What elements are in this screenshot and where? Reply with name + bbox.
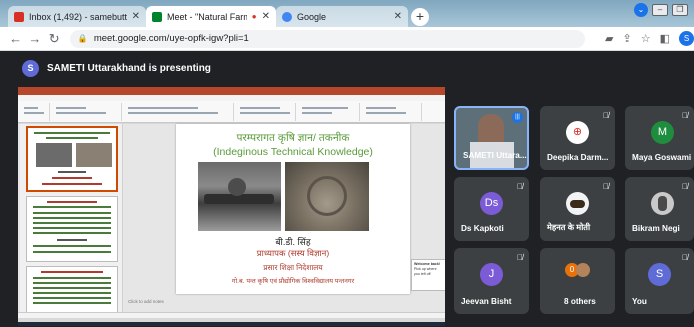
speaking-icon: ||| [512, 112, 523, 123]
back-icon[interactable]: ← [6, 31, 25, 46]
mic-off-icon: 🎙̸ [682, 253, 688, 262]
powerpoint-workspace: परम्परागत कृषि ज्ञान/ तकनीक (Indeginous … [18, 124, 445, 318]
ribbon-group [236, 103, 296, 121]
participant-avatar [566, 192, 589, 215]
tab-google[interactable]: Google ✕ [276, 6, 408, 27]
minimize-button[interactable]: – [652, 4, 668, 16]
participant-avatar: J [480, 263, 503, 286]
side-panel-icon[interactable]: ◧ [660, 32, 670, 45]
address-bar[interactable]: 🔒 meet.google.com/uye-opfk-igw?pli=1 [69, 29, 586, 48]
shared-screen: परम्परागत कृषि ज्ञान/ तकनीक (Indeginous … [18, 87, 445, 326]
screen: Inbox (1,492) - samebuttarakha ✕ Meet - … [0, 0, 694, 327]
presenter-department: प्रसार शिक्षा निदेशालय [263, 263, 323, 272]
participant-avatar [576, 263, 590, 277]
participant-tile[interactable]: 🎙̸ मेहनत के मोती [540, 177, 615, 241]
participant-avatar: S [648, 263, 671, 286]
participant-avatar: Ds [480, 192, 503, 215]
tab-gmail[interactable]: Inbox (1,492) - samebuttarakha ✕ [8, 6, 146, 27]
slide-thumbnail[interactable] [26, 196, 118, 262]
window-controls: ⌄ – ❐ [634, 3, 688, 17]
close-icon[interactable]: ✕ [132, 11, 140, 22]
others-tile[interactable]: 0 8 others [540, 248, 615, 314]
windows-taskbar [18, 322, 445, 326]
close-icon[interactable]: ✕ [262, 11, 270, 22]
ribbon-group [298, 103, 360, 121]
restore-button[interactable]: ❐ [672, 4, 688, 16]
toast-body: Pick up where you left off [414, 267, 437, 276]
presenting-banner: S SAMETI Uttarakhand is presenting [22, 60, 211, 77]
participant-name: You [632, 297, 647, 306]
ribbon-group [124, 103, 234, 121]
presenter-name: बी.डी. सिंह [275, 237, 311, 247]
slide-thumbnails [20, 124, 123, 318]
participant-tile[interactable]: 🎙̸ Ds Ds Kapkoti [454, 177, 529, 241]
participant-name: Maya Goswami [632, 153, 692, 162]
powerpoint-status-bar [18, 312, 445, 318]
participant-avatar: M [651, 121, 674, 144]
camera-icon[interactable]: ▰ [605, 32, 613, 45]
participant-name: मेहनत के मोती [547, 223, 591, 232]
participant-name: SAMETI Uttara... [463, 151, 527, 160]
participant-tile[interactable]: 🎙̸ M Maya Goswami [625, 106, 694, 170]
participant-tile[interactable]: 🎙̸ Bikram Negi [625, 177, 694, 241]
ribbon-group [52, 103, 122, 121]
slide-photo-left [198, 162, 281, 231]
presenter-university: गो.ब. पन्त कृषि एवं प्रौद्योगिक विश्वविद… [231, 278, 355, 285]
gmail-icon [14, 11, 24, 22]
presenter-avatar: S [22, 60, 39, 77]
tab-meet[interactable]: Meet - "Natural Farming" Tra ● ✕ [146, 6, 276, 27]
mic-off-icon: 🎙̸ [603, 111, 609, 120]
notes-placeholder[interactable]: Click to add notes [128, 299, 164, 304]
participant-name: Jeevan Bisht [461, 297, 512, 306]
close-icon[interactable]: ✕ [394, 11, 402, 22]
ribbon-group [362, 103, 422, 121]
url-text: meet.google.com/uye-opfk-igw?pli=1 [93, 33, 249, 44]
participant-avatar [651, 192, 674, 215]
presenter-designation: प्राध्यापक (सस्य विज्ञान) [256, 248, 330, 258]
forward-icon[interactable]: → [25, 31, 44, 46]
recording-icon: ● [251, 12, 257, 21]
powerpoint-ribbon [18, 101, 445, 123]
mic-off-icon: 🎙̸ [682, 111, 688, 120]
profile-avatar[interactable]: S [678, 31, 694, 46]
welcome-back-toast[interactable]: Welcome back! Pick up where you left off [411, 259, 445, 291]
self-tile[interactable]: 🎙̸ S You [625, 248, 694, 314]
slide-thumbnail[interactable] [26, 126, 118, 192]
mic-off-icon: 🎙̸ [603, 182, 609, 191]
bookmark-star-icon[interactable]: ☆ [641, 32, 651, 45]
slide-thumbnail[interactable] [26, 266, 118, 318]
lock-icon: 🔒 [77, 34, 88, 43]
slide-subtitle: (Indeginous Technical Knowledge) [213, 146, 373, 158]
others-count: 8 others [564, 297, 596, 306]
meet-icon [152, 11, 162, 22]
tab-title: Meet - "Natural Farming" Tra [167, 11, 247, 22]
current-slide: परम्परागत कृषि ज्ञान/ तकनीक (Indeginous … [176, 124, 410, 294]
tab-title: Inbox (1,492) - samebuttarakha [29, 11, 127, 22]
browser-toolbar: ← → ↻ 🔒 meet.google.com/uye-opfk-igw?pli… [0, 27, 694, 51]
toolbar-actions: ▰ ⇪ ☆ ◧ S [605, 31, 694, 46]
tab-search-icon[interactable]: ⌄ [634, 3, 648, 17]
ribbon-group [20, 103, 50, 121]
share-icon[interactable]: ⇪ [622, 32, 631, 45]
reload-icon[interactable]: ↻ [45, 31, 64, 47]
presenting-text: SAMETI Uttarakhand is presenting [47, 63, 211, 74]
browser-tab-bar: Inbox (1,492) - samebuttarakha ✕ Meet - … [0, 0, 694, 27]
participant-name: Bikram Negi [632, 224, 680, 233]
participant-avatar: ⊕ [566, 121, 589, 144]
slide-title: परम्परागत कृषि ज्ञान/ तकनीक [236, 132, 350, 144]
google-icon [282, 11, 292, 22]
mic-off-icon: 🎙̸ [517, 182, 523, 191]
slide-photo-right [285, 162, 369, 231]
participant-tile[interactable]: 🎙̸ J Jeevan Bisht [454, 248, 529, 314]
participant-name: Deepika Darm... [547, 153, 609, 162]
participant-name: Ds Kapkoti [461, 224, 504, 233]
mic-off-icon: 🎙̸ [517, 253, 523, 262]
tab-title: Google [297, 11, 327, 22]
mic-off-icon: 🎙̸ [682, 182, 688, 191]
new-tab-button[interactable]: + [411, 8, 429, 26]
participant-tile[interactable]: ||| SAMETI Uttara... [454, 106, 529, 170]
participant-tile[interactable]: 🎙̸ ⊕ Deepika Darm... [540, 106, 615, 170]
powerpoint-title-bar [18, 87, 445, 95]
